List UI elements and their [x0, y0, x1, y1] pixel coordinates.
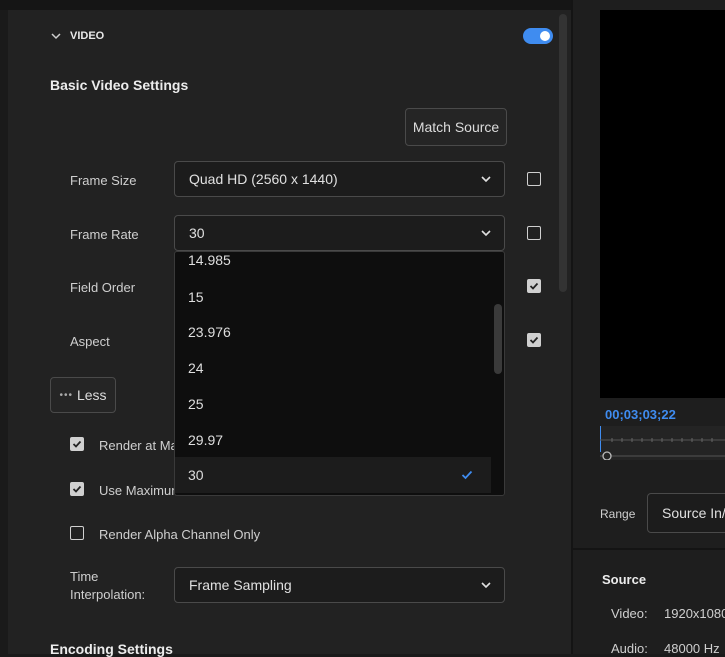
range-select[interactable]: Source In/ — [647, 493, 725, 533]
use-max-checkbox[interactable] — [70, 482, 84, 496]
frame-rate-option[interactable]: 15 — [175, 279, 491, 315]
frame-rate-select[interactable]: 30 — [174, 215, 505, 251]
dropdown-scrollbar[interactable] — [494, 304, 502, 374]
frame-size-label: Frame Size — [70, 173, 137, 188]
source-separator — [573, 548, 725, 550]
frame-rate-option[interactable]: 23.976 — [175, 314, 491, 350]
use-max-label: Use Maximum — [99, 483, 183, 498]
timeline-ruler[interactable] — [599, 426, 725, 461]
source-video-key: Video: — [611, 606, 648, 621]
checkmark-icon — [461, 470, 473, 480]
chevron-down-icon — [481, 582, 491, 589]
more-dots-icon: ••• — [59, 389, 73, 401]
time-interpolation-select[interactable]: Frame Sampling — [174, 567, 505, 603]
checkmark-icon — [72, 485, 82, 493]
frame-size-value: Quad HD (2560 x 1440) — [189, 171, 338, 187]
less-button[interactable]: ••• Less — [50, 377, 116, 413]
less-label: Less — [76, 387, 107, 403]
frame-rate-option[interactable]: 29.97 — [175, 422, 491, 458]
frame-size-select[interactable]: Quad HD (2560 x 1440) — [174, 161, 505, 197]
render-max-label: Render at Max — [99, 438, 185, 453]
toggle-knob — [540, 31, 550, 41]
frame-rate-lock-checkbox[interactable] — [527, 226, 541, 240]
time-interpolation-label-line1: Time — [70, 569, 99, 584]
video-section-header[interactable]: VIDEO — [50, 28, 104, 44]
render-alpha-checkbox[interactable] — [70, 526, 84, 540]
source-title: Source — [602, 572, 647, 587]
match-source-button[interactable]: Match Source — [405, 108, 507, 146]
render-alpha-label: Render Alpha Channel Only — [99, 527, 261, 542]
frame-rate-label: Frame Rate — [70, 227, 139, 242]
frame-rate-option[interactable]: 14.985 — [175, 252, 491, 278]
video-enable-toggle[interactable] — [523, 28, 553, 44]
encoding-settings-title: Encoding Settings — [50, 641, 173, 657]
frame-rate-option-selected[interactable]: 30 — [175, 457, 491, 493]
frame-rate-dropdown[interactable]: 14.985 15 23.976 24 25 29.97 30 — [174, 251, 505, 496]
time-interpolation-value: Frame Sampling — [189, 577, 292, 593]
aspect-lock-checkbox[interactable] — [527, 333, 541, 347]
timecode[interactable]: 00;03;03;22 — [605, 407, 676, 422]
field-order-label: Field Order — [70, 280, 136, 295]
aspect-label: Aspect — [70, 334, 110, 349]
timeline-ticks — [599, 426, 725, 461]
field-order-lock-checkbox[interactable] — [527, 279, 541, 293]
range-label: Range — [600, 507, 636, 521]
frame-rate-option[interactable]: 25 — [175, 386, 491, 422]
time-interpolation-label-line2: Interpolation: — [70, 587, 146, 602]
render-max-checkbox[interactable] — [70, 437, 84, 451]
source-video-value: 1920x1080 — [664, 606, 725, 621]
section-title: VIDEO — [70, 30, 105, 42]
chevron-down-icon — [51, 33, 61, 40]
chevron-down-icon — [481, 230, 491, 237]
basic-settings-title: Basic Video Settings — [50, 77, 189, 93]
checkmark-icon — [529, 282, 539, 290]
panel-scrollbar[interactable] — [559, 14, 567, 292]
frame-rate-option[interactable]: 24 — [175, 350, 491, 386]
frame-rate-value: 30 — [189, 225, 205, 241]
frame-rate-option-label: 30 — [188, 467, 204, 483]
preview-viewer — [600, 10, 725, 398]
checkmark-icon — [529, 336, 539, 344]
time-interpolation-label: Time Interpolation: — [70, 568, 145, 604]
chevron-down-icon — [481, 176, 491, 183]
frame-size-lock-checkbox[interactable] — [527, 172, 541, 186]
checkmark-icon — [72, 440, 82, 448]
range-value: Source In/ — [662, 505, 725, 521]
